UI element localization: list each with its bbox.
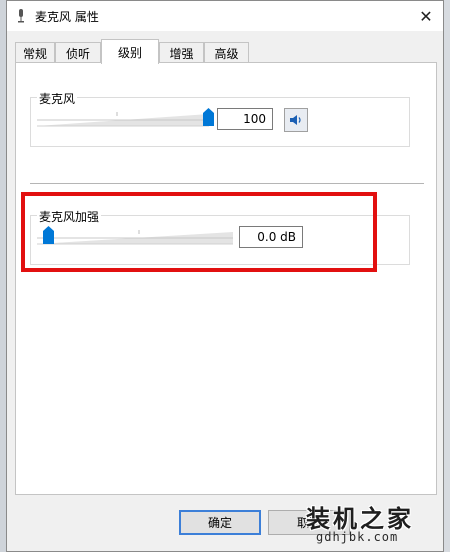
mute-toggle-button[interactable] <box>284 108 308 132</box>
microphone-slider-thumb[interactable] <box>203 108 214 126</box>
tab-general[interactable]: 常规 <box>15 42 55 63</box>
close-button[interactable]: ✕ <box>409 1 443 31</box>
properties-dialog: 麦克风 属性 ✕ 常规 侦听 级别 增强 高级 麦克风 100 麦克风加强 0.… <box>6 0 444 552</box>
microphone-label: 麦克风 <box>37 90 78 107</box>
window-title: 麦克风 属性 <box>35 10 99 24</box>
close-icon: ✕ <box>419 6 433 26</box>
watermark-url: gdhjbk.com <box>316 530 399 544</box>
tab-advanced[interactable]: 高级 <box>204 42 249 63</box>
ok-button[interactable]: 确定 <box>179 510 261 535</box>
tab-enhancements[interactable]: 增强 <box>159 42 204 63</box>
microphone-value-field[interactable]: 100 <box>217 108 273 130</box>
speaker-icon <box>290 115 301 125</box>
tab-levels[interactable]: 级别 <box>101 39 159 64</box>
section-divider <box>30 183 424 184</box>
microphone-slider[interactable] <box>37 110 209 128</box>
microphone-icon <box>18 9 24 23</box>
microphone-group: 麦克风 100 <box>30 90 410 147</box>
tab-listen[interactable]: 侦听 <box>55 42 101 63</box>
watermark-logo-text: 装机之家 <box>306 504 414 533</box>
levels-panel: 麦克风 100 麦克风加强 0.0 dB <box>15 62 437 495</box>
highlight-annotation-box <box>21 192 377 272</box>
title-bar: 麦克风 属性 ✕ <box>7 1 443 31</box>
